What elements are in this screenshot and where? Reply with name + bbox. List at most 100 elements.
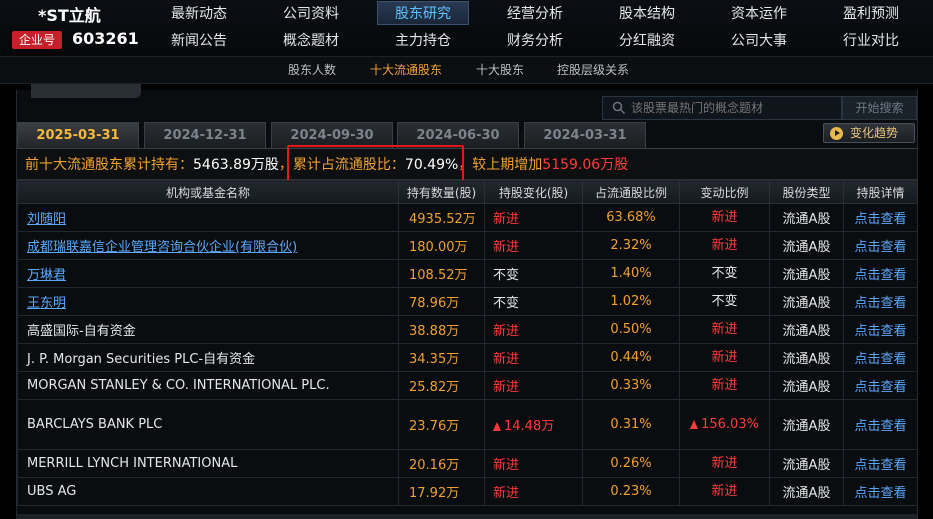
table-row: 高盛国际-自有资金 38.88万 新进 0.50% 新进 流通A股 点击查看 <box>17 315 918 344</box>
nav-latest-news[interactable]: 最新动态 <box>153 2 245 26</box>
holding-change: 新进 <box>484 231 583 260</box>
subnav-shareholder-count[interactable]: 股东人数 <box>288 57 336 84</box>
float-ratio: 0.31% <box>582 399 680 450</box>
view-detail-link[interactable]: 点击查看 <box>843 399 918 450</box>
top-header: *ST立航 企业号 603261 最新动态 公司资料 股东研究 经营分析 股本结… <box>0 0 933 56</box>
view-detail-link[interactable]: 点击查看 <box>843 259 918 288</box>
section-title-tab <box>31 84 141 98</box>
view-detail-link[interactable]: 点击查看 <box>843 203 918 232</box>
table-footer-strip <box>17 514 917 519</box>
date-tab-2024-03-31[interactable]: 2024-03-31 <box>524 122 646 148</box>
search-icon <box>612 101 626 115</box>
subnav-top10-float[interactable]: 十大流通股东 <box>370 57 442 84</box>
subnav-top10-holders[interactable]: 十大股东 <box>476 57 524 84</box>
view-detail-link[interactable]: 点击查看 <box>843 287 918 316</box>
holding-qty: 108.52万 <box>398 259 485 288</box>
holding-change: 新进 <box>484 477 583 506</box>
nav-operations[interactable]: 经营分析 <box>489 2 581 26</box>
holder-name: 高盛国际-自有资金 <box>17 315 399 344</box>
ratio-change: 新进 <box>679 343 770 372</box>
share-type: 流通A股 <box>769 371 844 400</box>
shareholder-panel: 开始搜索 2025-03-31 2024-12-31 2024-09-30 20… <box>16 84 918 519</box>
holding-change: 新进 <box>484 449 583 478</box>
view-detail-link[interactable]: 点击查看 <box>843 343 918 372</box>
holder-name[interactable]: 万琳君 <box>17 259 399 288</box>
nav-main-holdings[interactable]: 主力持仓 <box>377 29 469 53</box>
nav-company-events[interactable]: 公司大事 <box>713 29 805 53</box>
nav-shareholder-research[interactable]: 股东研究 <box>377 1 469 25</box>
share-type: 流通A股 <box>769 259 844 288</box>
table-row: 成都瑞联嘉信企业管理咨询合伙企业(有限合伙) 180.00万 新进 2.32% 新进 流通… <box>17 231 918 260</box>
ratio-change-value: 新进 <box>711 237 738 253</box>
date-tab-2024-06-30[interactable]: 2024-06-30 <box>397 122 519 148</box>
holder-name: UBS AG <box>17 477 399 506</box>
float-ratio: 0.26% <box>582 449 680 478</box>
ratio-change-value: 新进 <box>711 455 738 471</box>
nav-industry-compare[interactable]: 行业对比 <box>825 29 917 53</box>
holder-name: J. P. Morgan Securities PLC-自有资金 <box>17 343 399 372</box>
summary-total-value: 5463.89万股 <box>193 157 279 173</box>
share-type: 流通A股 <box>769 315 844 344</box>
holding-change-value: 新进 <box>493 458 520 473</box>
ratio-change-value: 新进 <box>711 483 738 499</box>
nav-capital-ops[interactable]: 资本运作 <box>713 2 805 26</box>
view-detail-link[interactable]: 点击查看 <box>843 231 918 260</box>
up-arrow-icon <box>493 422 501 431</box>
stock-code: 603261 <box>72 29 139 48</box>
ratio-change: 不变 <box>679 287 770 316</box>
holding-qty: 34.35万 <box>398 343 485 372</box>
trend-button[interactable]: 变化趋势 <box>823 123 915 143</box>
holding-change: 不变 <box>484 287 583 316</box>
date-tab-2025-03-31[interactable]: 2025-03-31 <box>17 122 139 148</box>
concept-search-input[interactable] <box>602 96 842 120</box>
date-tab-2024-09-30[interactable]: 2024-09-30 <box>271 122 393 148</box>
nav-profit-forecast[interactable]: 盈利预测 <box>825 2 917 26</box>
ratio-change: 新进 <box>679 231 770 260</box>
stock-name: *ST立航 <box>38 6 101 25</box>
nav-dividends[interactable]: 分红融资 <box>601 29 693 53</box>
summary-total-label: 前十大流通股东累计持有： <box>25 157 193 173</box>
holding-change: 新进 <box>484 315 583 344</box>
holder-name[interactable]: 刘随阳 <box>17 203 399 232</box>
holding-change: 新进 <box>484 203 583 232</box>
share-type: 流通A股 <box>769 343 844 372</box>
nav-financials[interactable]: 财务分析 <box>489 29 581 53</box>
holding-change: 新进 <box>484 343 583 372</box>
view-detail-link[interactable]: 点击查看 <box>843 315 918 344</box>
ratio-change-value: 新进 <box>711 377 738 393</box>
view-detail-link[interactable]: 点击查看 <box>843 449 918 478</box>
holding-qty: 25.82万 <box>398 371 485 400</box>
nav-equity-structure[interactable]: 股本结构 <box>601 2 693 26</box>
ratio-change: 新进 <box>679 449 770 478</box>
holding-change: 新进 <box>484 371 583 400</box>
view-detail-link[interactable]: 点击查看 <box>843 477 918 506</box>
table-row: BARCLAYS BANK PLC 23.76万 14.48万 0.31% 156.03… <box>17 399 918 450</box>
col-header-qty: 持有数量(股) <box>398 180 485 204</box>
view-detail-link[interactable]: 点击查看 <box>843 371 918 400</box>
table-header-row: 机构或基金名称 持有数量(股) 持股变化(股) 占流通股比例 变动比例 股份类型… <box>17 180 918 204</box>
subnav-holding-hierarchy[interactable]: 控股层级关系 <box>557 57 629 84</box>
table-row: MERRILL LYNCH INTERNATIONAL 20.16万 新进 0.26%… <box>17 449 918 478</box>
holding-change-value: 新进 <box>493 212 520 227</box>
nav-announcements[interactable]: 新闻公告 <box>153 29 245 53</box>
holder-name: BARCLAYS BANK PLC <box>17 399 399 450</box>
search-button[interactable]: 开始搜索 <box>842 96 917 120</box>
summary-ratio-value: 70.49% <box>404 157 459 173</box>
col-header-ratio: 占流通股比例 <box>582 180 680 204</box>
holding-change-value: 14.48万 <box>504 419 555 434</box>
holding-change-value: 新进 <box>493 324 520 339</box>
holder-name[interactable]: 成都瑞联嘉信企业管理咨询合伙企业(有限合伙) <box>17 231 399 260</box>
col-header-detail: 持股详情 <box>843 180 918 204</box>
float-ratio: 0.50% <box>582 315 680 344</box>
holding-qty: 180.00万 <box>398 231 485 260</box>
ratio-change: 新进 <box>679 315 770 344</box>
date-tab-2024-12-31[interactable]: 2024-12-31 <box>144 122 266 148</box>
holding-qty: 23.76万 <box>398 399 485 450</box>
nav-concepts[interactable]: 概念题材 <box>265 29 357 53</box>
table-row: J. P. Morgan Securities PLC-自有资金 34.35万 新进… <box>17 343 918 372</box>
summary-ratio-label: 累计占流通股比： <box>292 157 405 173</box>
nav-company-profile[interactable]: 公司资料 <box>265 2 357 26</box>
holder-name[interactable]: 王东明 <box>17 287 399 316</box>
col-header-change: 持股变化(股) <box>484 180 583 204</box>
board-badge[interactable]: 企业号 <box>12 31 62 49</box>
